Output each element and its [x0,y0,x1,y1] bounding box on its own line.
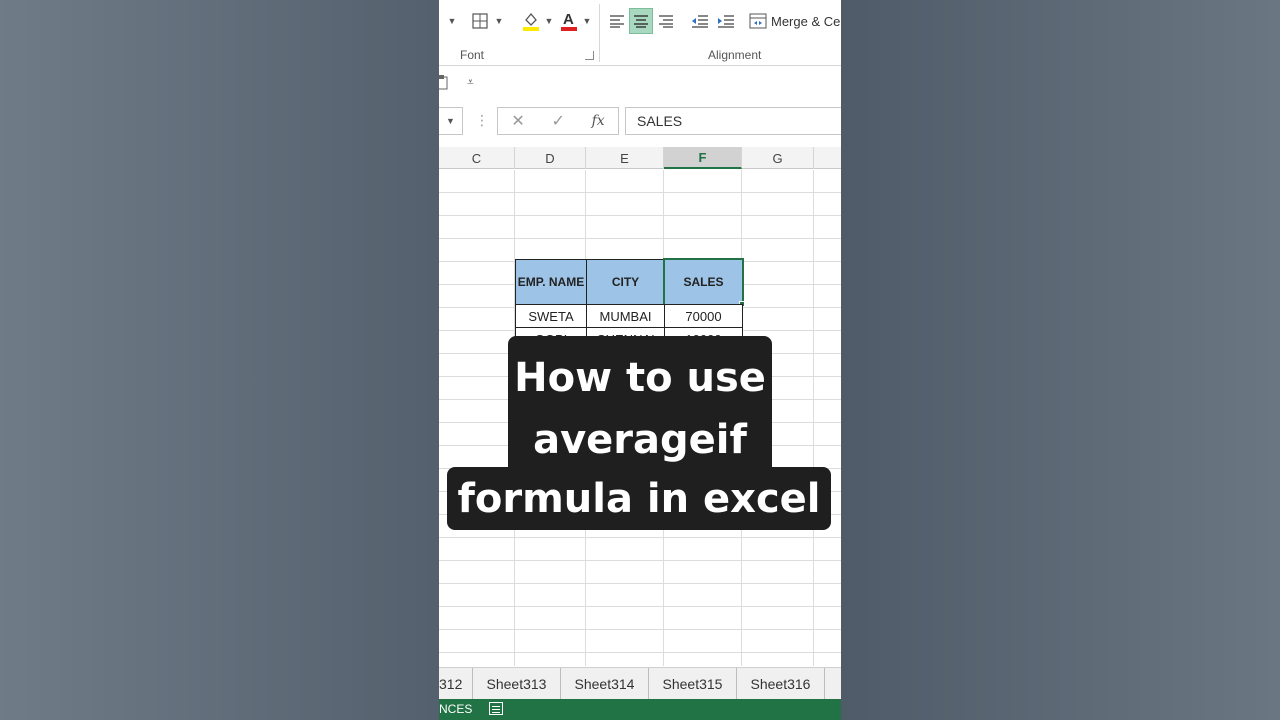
background-right [841,0,1280,720]
formula-input[interactable]: SALES [625,107,841,135]
font-color-dropdown-icon[interactable]: ▼ [582,8,592,34]
sheet-tab[interactable]: Sheet315 [649,668,737,700]
align-center-icon [634,15,648,28]
font-dialog-launcher-icon[interactable] [585,51,594,60]
customize-toolbar-icon[interactable]: ⩡ [467,75,474,90]
borders-button[interactable] [469,8,491,34]
align-left-button[interactable] [606,8,628,34]
status-bar: NCES [439,699,841,720]
increase-indent-button[interactable] [715,8,737,34]
sheet-tab[interactable]: Sheet316 [737,668,825,700]
column-header-e[interactable]: E [586,147,664,169]
formula-bar: ▼ ⋮ ✕ ✓ fx SALES [439,104,841,138]
background-left [0,0,439,720]
decrease-indent-icon [692,15,708,28]
table-cell[interactable]: MUMBAI [586,304,665,328]
header-cell-emp-name[interactable]: EMP. NAME [515,259,587,305]
column-header-g[interactable]: G [742,147,814,169]
font-group-label: Font [460,48,485,62]
align-right-button[interactable] [655,8,677,34]
excel-window: ▼ ▼ ▼ A ▼ Font Merge & Ce Alignment ⩡ ▼ … [439,0,841,720]
font-color-button[interactable]: A [557,8,581,34]
header-cell-sales[interactable]: SALES [663,258,744,306]
alignment-group-label: Alignment [708,48,762,62]
column-header-h[interactable] [814,147,841,169]
paste-icon[interactable] [439,74,449,90]
align-center-button[interactable] [629,8,653,34]
macro-recording-icon[interactable] [489,702,503,715]
overlay-line-3: formula in excel [447,467,831,530]
formula-buttons: ✕ ✓ fx [497,107,619,135]
cancel-icon[interactable]: ✕ [511,111,524,131]
font-color-icon: A [561,11,577,31]
borders-icon [472,13,488,29]
column-header-d[interactable]: D [515,147,586,169]
fill-color-icon [523,12,539,31]
merge-cells-icon [749,13,767,29]
fill-color-button[interactable] [519,8,543,34]
overlay-line-2: averageif [533,417,747,463]
merge-center-button[interactable]: Merge & Ce [749,8,841,34]
name-box-dropdown-icon[interactable]: ▼ [439,107,463,135]
column-headers: C D E F G [439,147,841,169]
column-header-c[interactable]: C [439,147,515,169]
svg-text:A: A [563,11,574,28]
quick-access-row: ⩡ [439,66,841,102]
borders-dropdown-icon[interactable]: ▼ [494,8,504,34]
sheet-tab[interactable]: Sheet313 [473,668,561,700]
grid-line [813,170,814,666]
table-cell[interactable]: 70000 [664,304,743,328]
overlay-line-1: How to use [514,355,766,401]
insert-function-icon[interactable]: fx [592,113,605,129]
enter-icon[interactable]: ✓ [551,111,564,131]
header-cell-city[interactable]: CITY [586,259,665,305]
merge-center-label: Merge & Ce [771,13,841,29]
column-header-f[interactable]: F [664,147,742,169]
sheet-tab[interactable]: Sheet314 [561,668,649,700]
formula-bar-grip-icon: ⋮ [475,112,489,128]
status-text: NCES [439,702,473,716]
align-right-icon [659,15,673,28]
ribbon-separator [599,4,600,62]
sheet-tabs: 312 Sheet313 Sheet314 Sheet315 Sheet316 [439,667,841,700]
sheet-tab[interactable]: 312 [439,668,473,700]
font-size-dropdown-icon[interactable]: ▼ [447,8,457,34]
ribbon: ▼ ▼ ▼ A ▼ Font Merge & Ce Alignment [439,0,841,66]
table-cell[interactable]: SWETA [515,304,587,328]
increase-indent-icon [718,15,734,28]
decrease-indent-button[interactable] [689,8,711,34]
align-left-icon [610,15,624,28]
fill-color-dropdown-icon[interactable]: ▼ [544,8,554,34]
